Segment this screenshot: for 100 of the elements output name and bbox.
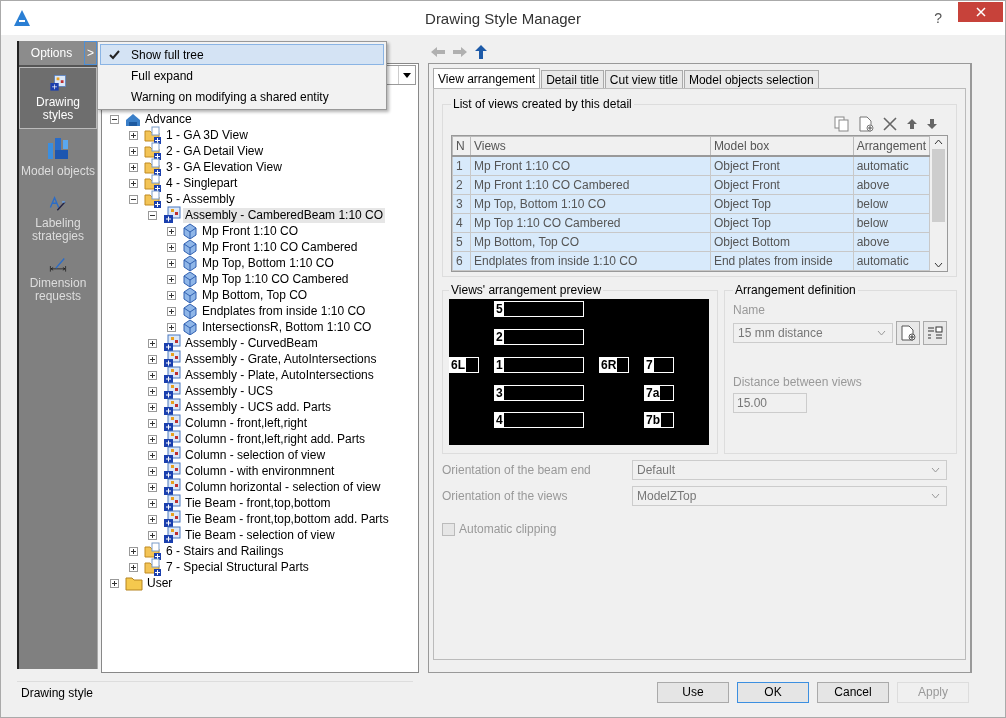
new-document-icon[interactable] bbox=[858, 116, 874, 132]
group-title: Views' arrangement preview bbox=[450, 283, 603, 297]
expand-toggle[interactable] bbox=[148, 402, 157, 412]
scroll-up-icon[interactable] bbox=[934, 139, 943, 145]
delete-icon[interactable] bbox=[882, 116, 898, 132]
collapse-toggle[interactable] bbox=[148, 210, 157, 220]
tree-item[interactable]: 6 - Stairs and Railings bbox=[164, 543, 286, 559]
expand-toggle[interactable] bbox=[167, 226, 176, 236]
tree-item[interactable]: User bbox=[145, 575, 175, 591]
expand-toggle[interactable] bbox=[148, 514, 157, 524]
menu-item[interactable]: Show full tree bbox=[100, 44, 384, 65]
tree-item[interactable]: Mp Front 1:10 CO bbox=[200, 223, 301, 239]
tree-item[interactable]: 5 - Assembly bbox=[164, 191, 237, 207]
tree-item[interactable]: Column - front,left,right bbox=[183, 415, 310, 431]
column-header[interactable]: N bbox=[452, 136, 471, 156]
style-icon bbox=[163, 398, 181, 416]
expand-toggle[interactable] bbox=[129, 162, 138, 172]
tree-item[interactable]: Assembly - UCS add. Parts bbox=[183, 399, 334, 415]
tree-item[interactable]: Assembly - CamberedBeam 1:10 CO bbox=[183, 207, 386, 223]
table-row[interactable]: 4 Mp Top 1:10 CO Cambered Object Top below bbox=[452, 213, 930, 233]
tree-item[interactable]: Column horizontal - selection of view bbox=[183, 479, 383, 495]
expand-toggle[interactable] bbox=[148, 482, 157, 492]
move-up-icon[interactable] bbox=[906, 118, 918, 130]
table-row[interactable]: 2 Mp Front 1:10 CO Cambered Object Front above bbox=[452, 175, 930, 195]
expand-toggle[interactable] bbox=[148, 450, 157, 460]
collapse-toggle[interactable] bbox=[129, 194, 138, 204]
expand-toggle[interactable] bbox=[167, 290, 176, 300]
scrollbar[interactable] bbox=[930, 136, 947, 271]
edit-button[interactable] bbox=[923, 321, 947, 345]
sidebar-item[interactable]: Drawing styles bbox=[19, 67, 97, 129]
expand-toggle[interactable] bbox=[148, 498, 157, 508]
tree-item[interactable]: Column - with environmnent bbox=[183, 463, 337, 479]
tree-item[interactable]: Assembly - CurvedBeam bbox=[183, 335, 320, 351]
tree-item[interactable]: Mp Top 1:10 CO Cambered bbox=[200, 271, 351, 287]
style-icon bbox=[163, 494, 181, 512]
expand-toggle[interactable] bbox=[129, 130, 138, 140]
expand-toggle[interactable] bbox=[110, 578, 119, 588]
dialog-button[interactable]: Use bbox=[657, 681, 729, 703]
tree-item[interactable]: Assembly - Grate, AutoIntersections bbox=[183, 351, 379, 367]
expand-toggle[interactable] bbox=[167, 258, 176, 268]
expand-toggle[interactable] bbox=[148, 418, 157, 428]
up-arrow-icon[interactable] bbox=[475, 45, 487, 59]
expand-toggle[interactable] bbox=[148, 434, 157, 444]
scroll-down-icon[interactable] bbox=[934, 262, 943, 268]
table-row[interactable]: 3 Mp Top, Bottom 1:10 CO Object Top below bbox=[452, 194, 930, 214]
table-row[interactable]: 6 Endplates from inside 1:10 CO End plates from inside automatic bbox=[452, 251, 930, 271]
expand-toggle[interactable] bbox=[129, 146, 138, 156]
status-text: Drawing style bbox=[21, 685, 94, 700]
tree-item[interactable]: Mp Bottom, Top CO bbox=[200, 287, 310, 303]
dialog-button[interactable]: OK bbox=[737, 681, 809, 703]
expand-toggle[interactable] bbox=[129, 562, 138, 572]
folder-icon bbox=[125, 575, 143, 591]
tab[interactable]: Model objects selection bbox=[683, 70, 819, 88]
tree-item[interactable]: Endplates from inside 1:10 CO bbox=[200, 303, 368, 319]
tree-item[interactable]: Tie Beam - selection of view bbox=[183, 527, 337, 543]
tree-item[interactable]: Tie Beam - front,top,bottom add. Parts bbox=[183, 511, 391, 527]
table-row[interactable]: 5 Mp Bottom, Top CO Object Bottom above bbox=[452, 232, 930, 252]
tree-item[interactable]: 4 - Singlepart bbox=[164, 175, 240, 191]
expand-toggle[interactable] bbox=[129, 178, 138, 188]
expand-toggle[interactable] bbox=[167, 306, 176, 316]
tree-item[interactable]: 3 - GA Elevation View bbox=[164, 159, 284, 175]
tree-item[interactable]: Column - selection of view bbox=[183, 447, 328, 463]
expand-toggle[interactable] bbox=[148, 530, 157, 540]
field-label: Distance between views bbox=[733, 375, 863, 389]
tab[interactable]: Cut view title bbox=[604, 70, 683, 88]
expand-toggle[interactable] bbox=[148, 386, 157, 396]
style-icon bbox=[163, 510, 181, 528]
tree-item[interactable]: Assembly - UCS bbox=[183, 383, 275, 399]
tree-item[interactable]: Mp Front 1:10 CO Cambered bbox=[200, 239, 360, 255]
tree-item[interactable]: 2 - GA Detail View bbox=[164, 143, 266, 159]
move-down-icon[interactable] bbox=[926, 118, 938, 130]
column-header[interactable]: Arrangement bbox=[853, 136, 930, 156]
collapse-toggle[interactable] bbox=[110, 114, 119, 124]
column-header[interactable]: Views bbox=[470, 136, 711, 156]
menu-item[interactable]: Warning on modifying a shared entity bbox=[100, 86, 384, 107]
tree-item[interactable]: Tie Beam - front,top,bottom bbox=[183, 495, 333, 511]
expand-toggle[interactable] bbox=[167, 322, 176, 332]
menu-item[interactable]: Full expand bbox=[100, 65, 384, 86]
style-icon bbox=[163, 446, 181, 464]
tree-item[interactable]: Advance bbox=[143, 111, 194, 127]
expand-toggle[interactable] bbox=[167, 274, 176, 284]
expand-toggle[interactable] bbox=[148, 354, 157, 364]
column-header[interactable]: Model box bbox=[710, 136, 854, 156]
tab[interactable]: View arrangement bbox=[433, 68, 541, 88]
dialog-button[interactable]: Cancel bbox=[817, 681, 889, 703]
table-row[interactable]: 1 Mp Front 1:10 CO Object Front automatic bbox=[452, 156, 930, 176]
help-button[interactable]: ? bbox=[934, 10, 942, 26]
expand-toggle[interactable] bbox=[148, 466, 157, 476]
tree-item[interactable]: IntersectionsR, Bottom 1:10 CO bbox=[200, 319, 374, 335]
expand-toggle[interactable] bbox=[148, 370, 157, 380]
tree-item[interactable]: Column - front,left,right add. Parts bbox=[183, 431, 368, 447]
tab[interactable]: Detail title bbox=[541, 70, 604, 88]
new-button[interactable] bbox=[896, 321, 920, 345]
tree-item[interactable]: Mp Top, Bottom 1:10 CO bbox=[200, 255, 336, 271]
expand-toggle[interactable] bbox=[167, 242, 176, 252]
tree-item[interactable]: 7 - Special Structural Parts bbox=[164, 559, 311, 575]
tree-item[interactable]: 1 - GA 3D View bbox=[164, 127, 250, 143]
expand-toggle[interactable] bbox=[129, 546, 138, 556]
tree-item[interactable]: Assembly - Plate, AutoIntersections bbox=[183, 367, 376, 383]
expand-toggle[interactable] bbox=[148, 338, 157, 348]
